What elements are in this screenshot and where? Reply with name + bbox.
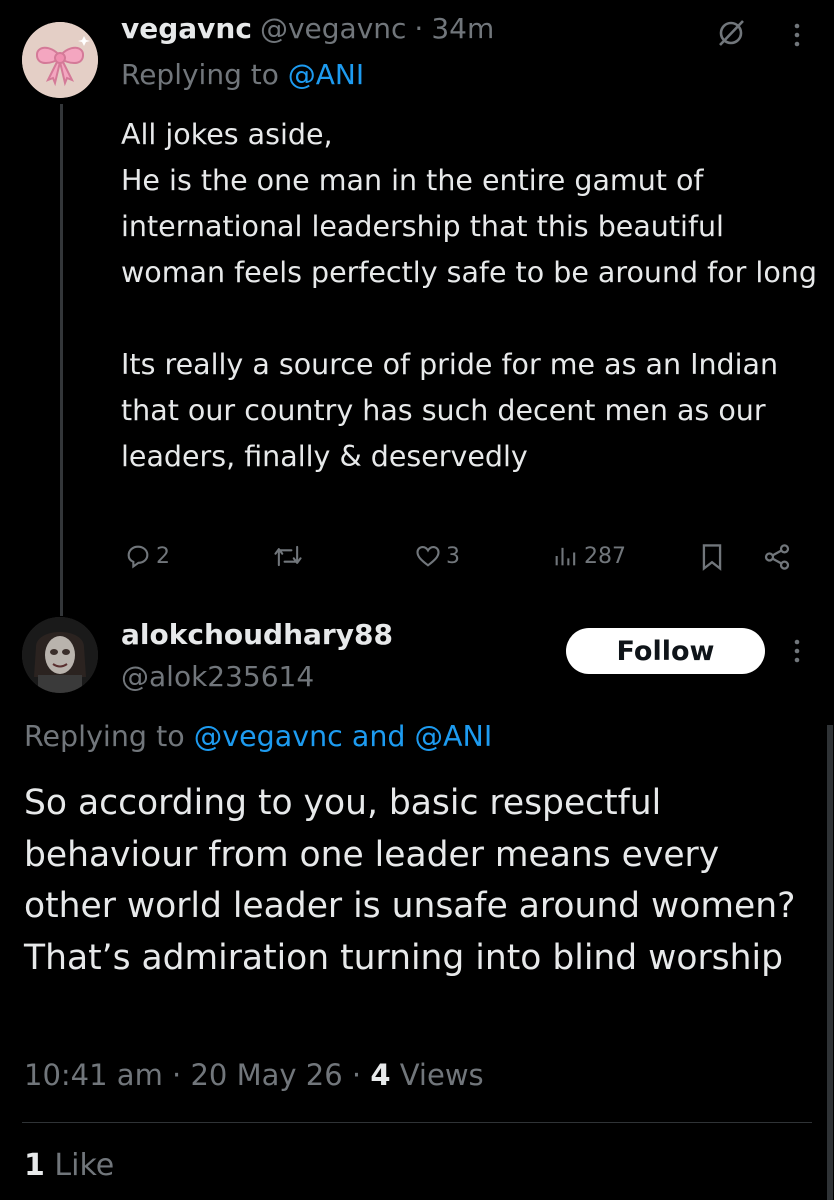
like-count: 1 — [24, 1148, 45, 1183]
bow-avatar-icon — [22, 22, 98, 98]
avatar-vegavnc[interactable] — [22, 22, 98, 98]
like-icon — [416, 545, 440, 567]
more-icon[interactable] — [790, 638, 804, 668]
share-icon — [764, 544, 790, 570]
tweet-time[interactable]: 34m — [431, 12, 494, 45]
tweet2-handle[interactable]: @alok235614 — [121, 660, 314, 693]
profile-photo-icon — [22, 617, 98, 693]
thread-connector-line — [60, 104, 63, 616]
tweet2-text: So according to you, basic respectful be… — [24, 783, 796, 978]
scrollbar[interactable] — [827, 725, 833, 1200]
retweet-action[interactable] — [272, 542, 304, 570]
timestamp[interactable]: 10:41 am · 20 May 26 · — [24, 1058, 361, 1092]
avatar-alokchoudhary88[interactable] — [22, 617, 98, 693]
reply-icon — [127, 545, 149, 569]
replying-prefix: Replying to — [121, 58, 279, 91]
replying-to: Replying to @ANI — [121, 58, 364, 91]
likes-summary[interactable]: 1 Like — [24, 1148, 114, 1183]
more-icon[interactable] — [790, 22, 804, 52]
bookmark-action[interactable] — [698, 542, 726, 572]
like-action[interactable]: 3 — [414, 542, 460, 570]
tweet1-header: vegavnc @vegavnc · 34m — [121, 12, 494, 45]
reply-count: 2 — [156, 543, 170, 569]
replying-to-link[interactable]: @ANI — [288, 58, 364, 91]
tweet-meta: 10:41 am · 20 May 26 · 4 Views — [24, 1058, 484, 1092]
like-label: Like — [54, 1148, 115, 1183]
tweet1-text: All jokes aside, He is the one man in th… — [121, 118, 817, 473]
views-count: 4 — [370, 1058, 391, 1092]
dot-separator: · — [414, 12, 424, 45]
replying-to: Replying to @vegavnc and @ANI — [24, 720, 492, 753]
views-count: 287 — [584, 543, 626, 569]
divider — [22, 1122, 812, 1123]
tweet2-display-name[interactable]: alokchoudhary88 — [121, 618, 393, 651]
replying-prefix: Replying to — [24, 720, 185, 753]
bookmark-icon — [702, 544, 722, 571]
views-icon — [555, 547, 576, 566]
user-handle[interactable]: @vegavnc — [260, 12, 406, 45]
follow-button[interactable]: Follow — [566, 628, 765, 674]
display-name[interactable]: alokchoudhary88 — [121, 618, 393, 651]
views-action[interactable]: 287 — [552, 542, 626, 570]
share-action[interactable] — [762, 542, 792, 572]
views-label: Views — [399, 1058, 484, 1092]
like-count: 3 — [446, 543, 460, 569]
grok-icon[interactable] — [716, 18, 746, 52]
display-name[interactable]: vegavnc — [121, 12, 252, 45]
retweet-icon — [274, 545, 302, 567]
replying-to-links[interactable]: @vegavnc and @ANI — [194, 720, 493, 753]
reply-action[interactable]: 2 — [124, 542, 170, 570]
